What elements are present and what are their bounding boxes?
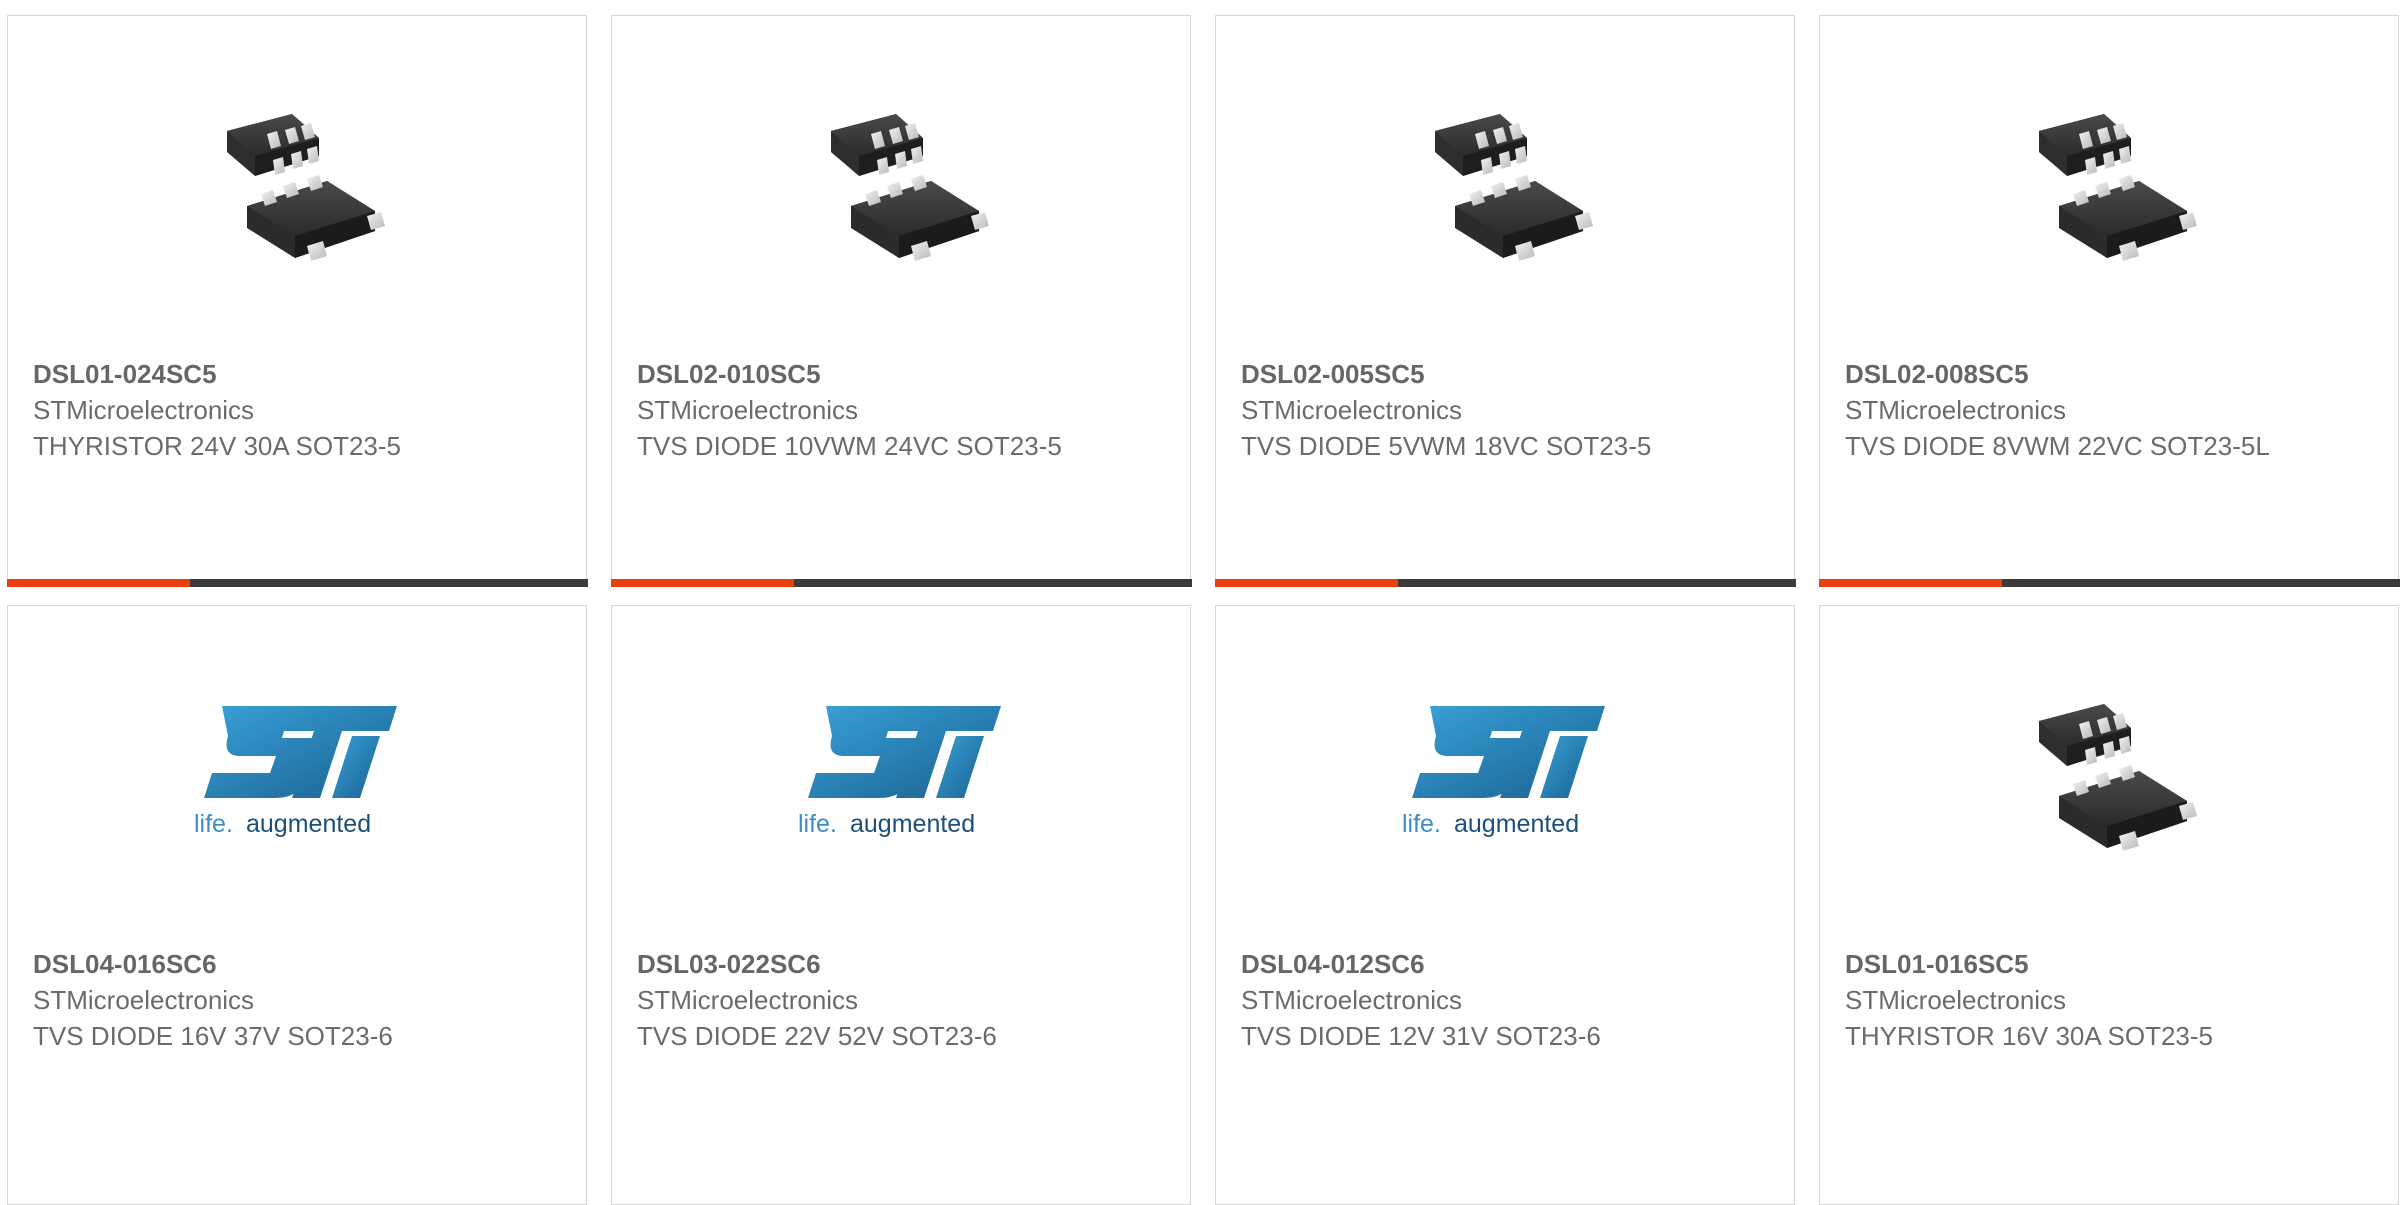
manufacturer-name: STMicroelectronics <box>1241 985 1463 1015</box>
product-card[interactable]: DSL02-005SC5 STMicroelectronics TVS DIOD… <box>1214 15 1796 587</box>
product-description: TVS DIODE 5VWM 18VC SOT23-5 <box>1241 431 1652 461</box>
progress-bar <box>6 578 588 587</box>
product-info: DSL04-012SC6 STMicroelectronics TVS DIOD… <box>1241 946 1774 1054</box>
product-info: DSL02-010SC5 STMicroelectronics TVS DIOD… <box>637 356 1170 464</box>
part-number-link[interactable]: DSL01-024SC5 <box>33 356 566 392</box>
product-image[interactable]: life. augmented <box>8 676 586 876</box>
product-card[interactable]: DSL01-024SC5 STMicroelectronics THYRISTO… <box>6 15 588 587</box>
product-info: DSL04-016SC6 STMicroelectronics TVS DIOD… <box>33 946 566 1054</box>
product-description: TVS DIODE 22V 52V SOT23-6 <box>637 1021 997 1051</box>
sot23-package-icon <box>1435 114 1593 261</box>
manufacturer-name: STMicroelectronics <box>33 395 255 425</box>
st-logo: life. augmented <box>194 706 397 838</box>
st-logo: life. augmented <box>798 706 1001 838</box>
product-description: TVS DIODE 16V 37V SOT23-6 <box>33 1021 393 1051</box>
product-description: TVS DIODE 10VWM 24VC SOT23-5 <box>637 431 1062 461</box>
st-logo-tagline-b: augmented <box>1454 810 1579 838</box>
product-image[interactable] <box>1820 676 2398 876</box>
product-card[interactable]: DSL02-008SC5 STMicroelectronics TVS DIOD… <box>1818 15 2400 587</box>
part-number-link[interactable]: DSL04-016SC6 <box>33 946 566 982</box>
progress-bar-fill <box>1214 578 1398 587</box>
product-image[interactable] <box>1216 86 1794 286</box>
st-logo-tagline-a: life. <box>1402 810 1441 838</box>
sot23-package-icon <box>2039 114 2197 261</box>
part-number-link[interactable]: DSL01-016SC5 <box>1845 946 2378 982</box>
product-card[interactable]: life. augmented DSL04-012SC6 STMicroelec… <box>1215 605 1795 1205</box>
product-info: DSL03-022SC6 STMicroelectronics TVS DIOD… <box>637 946 1170 1054</box>
part-number-link[interactable]: DSL02-008SC5 <box>1845 356 2378 392</box>
product-info: DSL01-024SC5 STMicroelectronics THYRISTO… <box>33 356 566 464</box>
product-card[interactable]: life. augmented DSL03-022SC6 STMicroelec… <box>611 605 1191 1205</box>
sot23-package-icon <box>831 114 989 261</box>
progress-bar <box>1818 578 2400 587</box>
manufacturer-name: STMicroelectronics <box>637 395 859 425</box>
progress-bar <box>1214 578 1796 587</box>
product-image[interactable] <box>1820 86 2398 286</box>
sot23-package-icon <box>2039 704 2197 851</box>
product-info: DSL01-016SC5 STMicroelectronics THYRISTO… <box>1845 946 2378 1054</box>
manufacturer-name: STMicroelectronics <box>637 985 859 1015</box>
product-card[interactable]: life. augmented DSL04-016SC6 STMicroelec… <box>7 605 587 1205</box>
product-grid: DSL01-024SC5 STMicroelectronics THYRISTO… <box>6 15 2400 1205</box>
sot23-package-icon <box>227 114 385 261</box>
st-logo-tagline-b: augmented <box>246 810 371 838</box>
product-info: DSL02-008SC5 STMicroelectronics TVS DIOD… <box>1845 356 2378 464</box>
progress-bar-fill <box>6 578 190 587</box>
manufacturer-name: STMicroelectronics <box>1845 985 2067 1015</box>
product-card[interactable]: DSL02-010SC5 STMicroelectronics TVS DIOD… <box>610 15 1192 587</box>
part-number-link[interactable]: DSL04-012SC6 <box>1241 946 1774 982</box>
product-image[interactable] <box>612 86 1190 286</box>
product-card[interactable]: DSL01-016SC5 STMicroelectronics THYRISTO… <box>1819 605 2399 1205</box>
product-image[interactable]: life. augmented <box>1216 676 1794 876</box>
part-number-link[interactable]: DSL02-010SC5 <box>637 356 1170 392</box>
manufacturer-name: STMicroelectronics <box>33 985 255 1015</box>
part-number-link[interactable]: DSL03-022SC6 <box>637 946 1170 982</box>
product-description: THYRISTOR 24V 30A SOT23-5 <box>33 431 401 461</box>
progress-bar <box>610 578 1192 587</box>
st-logo-tagline-a: life. <box>194 810 233 838</box>
product-description: THYRISTOR 16V 30A SOT23-5 <box>1845 1021 2213 1051</box>
product-description: TVS DIODE 12V 31V SOT23-6 <box>1241 1021 1601 1051</box>
st-logo: life. augmented <box>1402 706 1605 838</box>
product-image[interactable] <box>8 86 586 286</box>
product-description: TVS DIODE 8VWM 22VC SOT23-5L <box>1845 431 2270 461</box>
product-info: DSL02-005SC5 STMicroelectronics TVS DIOD… <box>1241 356 1774 464</box>
part-number-link[interactable]: DSL02-005SC5 <box>1241 356 1774 392</box>
manufacturer-name: STMicroelectronics <box>1241 395 1463 425</box>
product-image[interactable]: life. augmented <box>612 676 1190 876</box>
manufacturer-name: STMicroelectronics <box>1845 395 2067 425</box>
st-logo-tagline-a: life. <box>798 810 837 838</box>
st-logo-tagline-b: augmented <box>850 810 975 838</box>
progress-bar-fill <box>610 578 794 587</box>
progress-bar-fill <box>1818 578 2002 587</box>
